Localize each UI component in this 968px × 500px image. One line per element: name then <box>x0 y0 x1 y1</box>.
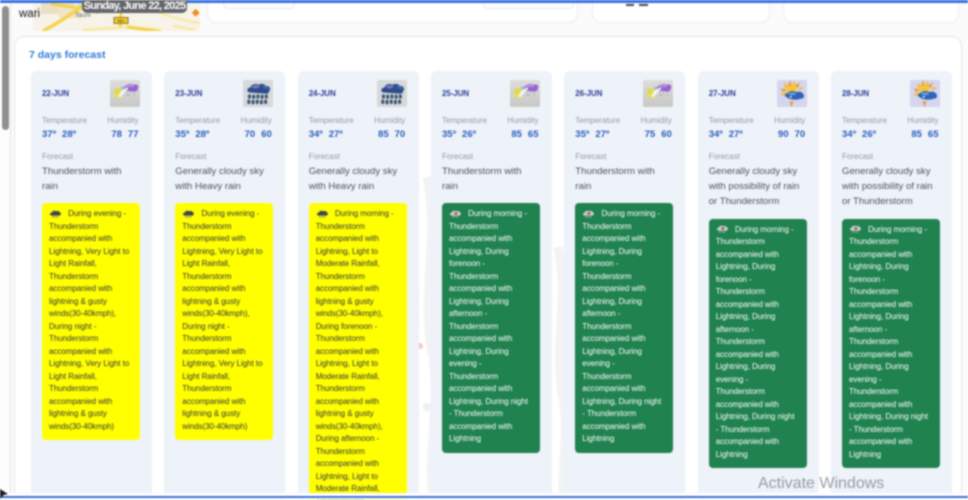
svg-text:NH: NH <box>118 19 125 24</box>
svg-text:Taoni: Taoni <box>75 12 91 19</box>
